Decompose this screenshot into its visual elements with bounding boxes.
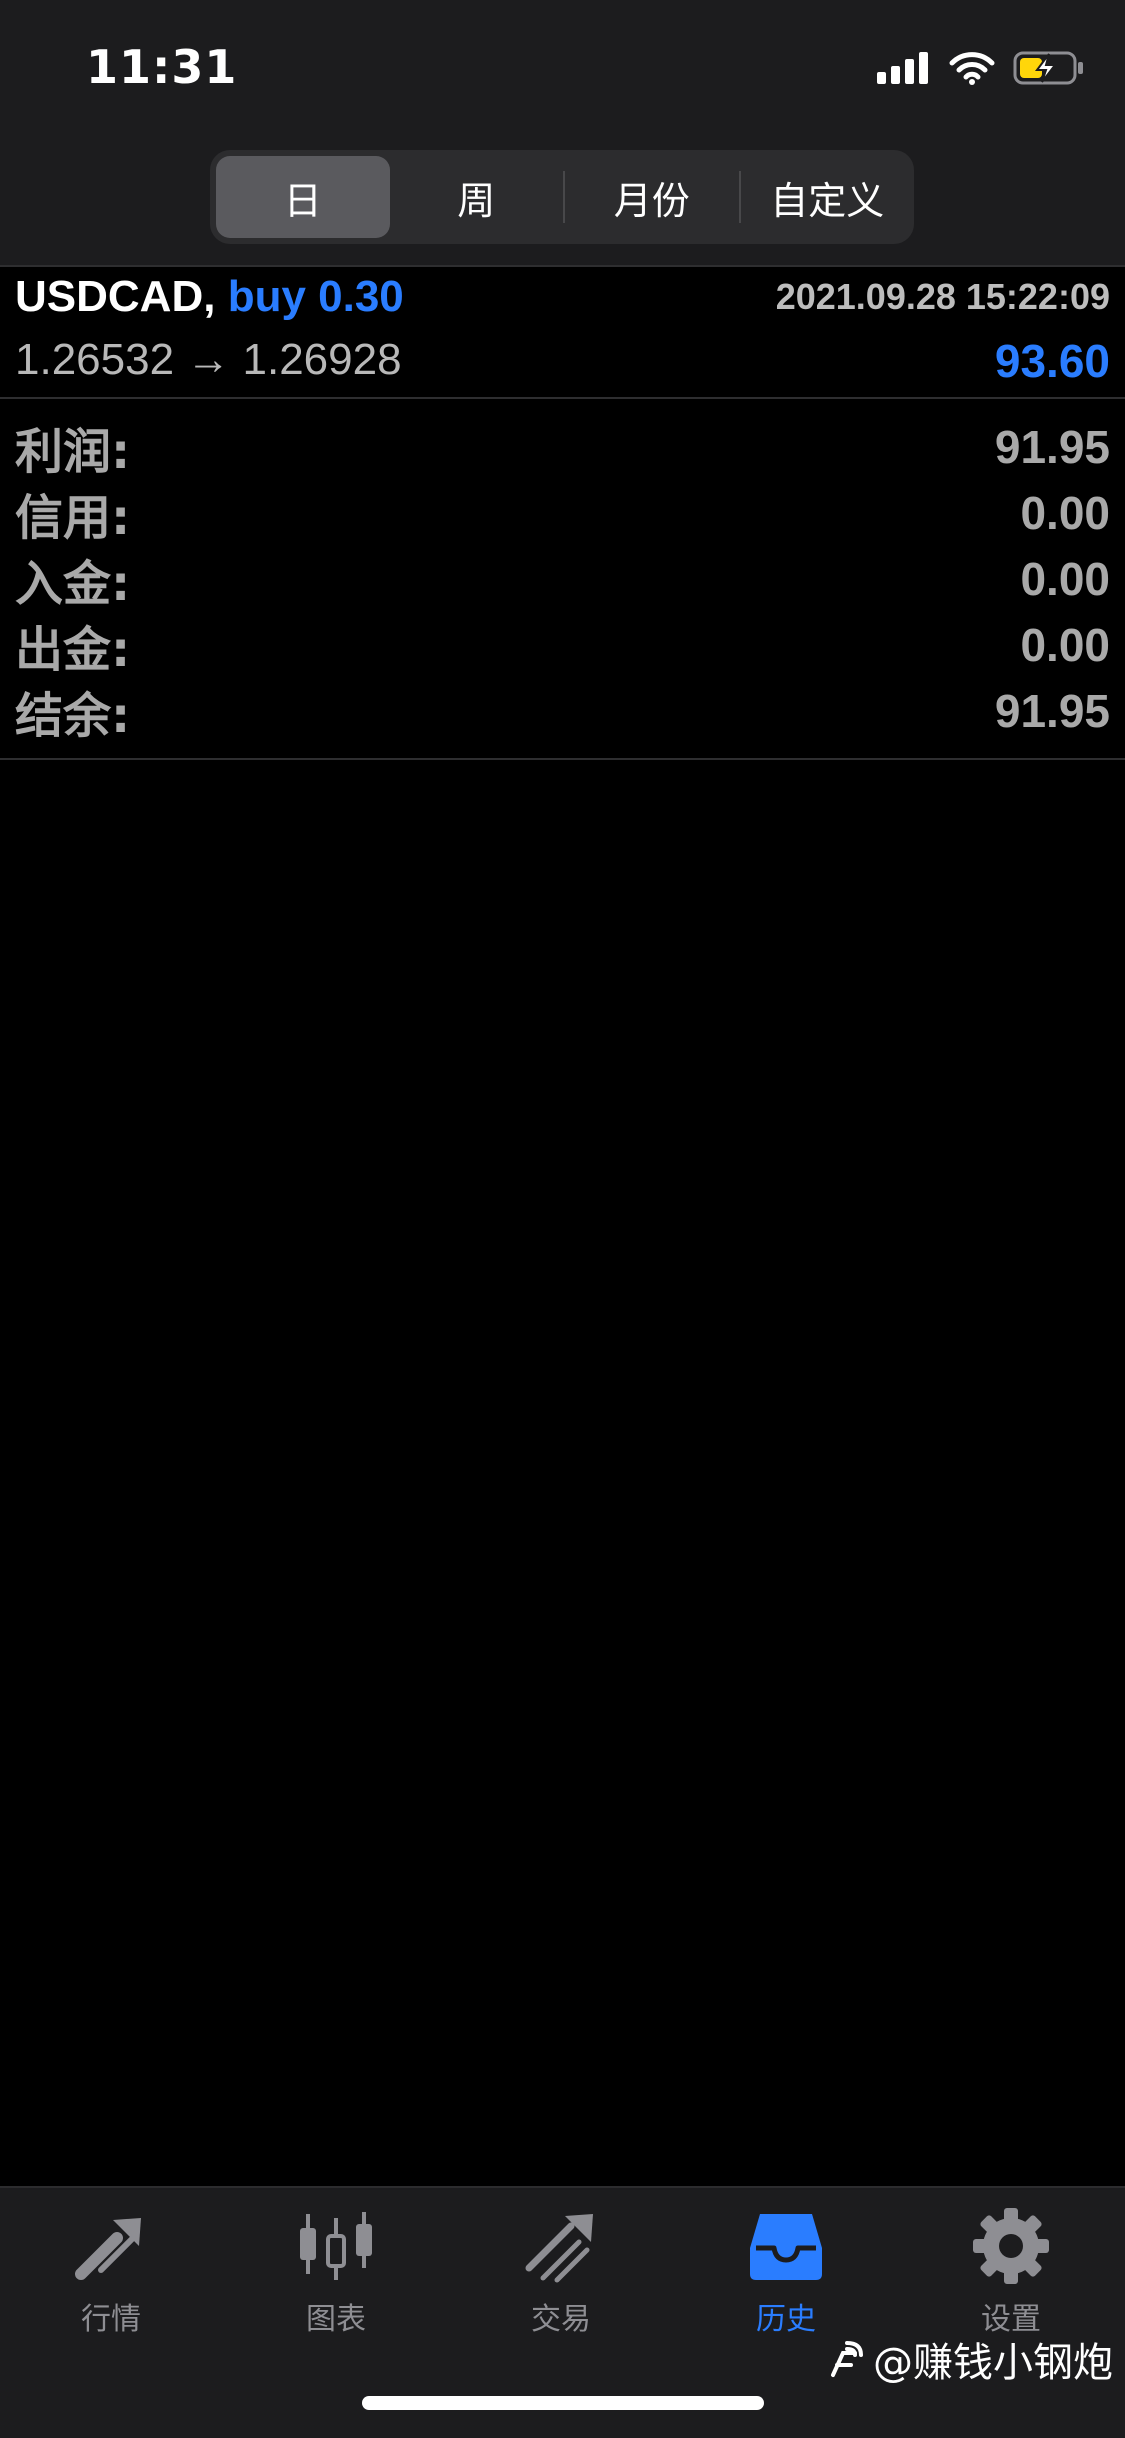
summary-row-credit: 信用: 0.00 bbox=[15, 480, 1110, 546]
divider bbox=[0, 265, 1125, 267]
period-segmented-control: 日 周 月份 自定义 bbox=[210, 150, 914, 244]
summary-value: 0.00 bbox=[1020, 553, 1110, 605]
summary-row-balance: 结余: 91.95 bbox=[15, 678, 1110, 744]
top-bar: 11:31 日 周 月份 自定义 bbox=[0, 0, 1125, 265]
watermark: @赚钱小钢炮 bbox=[827, 2330, 1113, 2388]
segment-day[interactable]: 日 bbox=[216, 156, 390, 238]
segment-week[interactable]: 周 bbox=[390, 156, 564, 238]
summary-label: 结余: bbox=[15, 688, 131, 744]
cellular-signal-icon bbox=[877, 52, 928, 84]
tab-label: 交易 bbox=[531, 2302, 591, 2337]
summary-label: 信用: bbox=[15, 490, 131, 546]
divider bbox=[0, 758, 1125, 760]
summary-row-deposit: 入金: 0.00 bbox=[15, 546, 1110, 612]
summary-value: 91.95 bbox=[994, 685, 1110, 737]
status-time: 11:31 bbox=[86, 40, 238, 94]
deal-prices: 1.26532 → 1.26928 bbox=[15, 335, 402, 384]
summary-value: 91.95 bbox=[994, 421, 1110, 473]
trade-icon bbox=[525, 2214, 593, 2283]
tab-label: 图表 bbox=[306, 2302, 366, 2337]
tab-label: 行情 bbox=[81, 2302, 141, 2337]
chart-candles-icon bbox=[300, 2212, 372, 2280]
segment-custom[interactable]: 自定义 bbox=[741, 156, 915, 238]
summary-label: 出金: bbox=[15, 622, 131, 678]
tab-quotes[interactable]: 行情 bbox=[31, 2208, 191, 2338]
tab-trade[interactable]: 交易 bbox=[481, 2208, 641, 2338]
watermark-text: @赚钱小钢炮 bbox=[873, 2340, 1113, 2386]
home-indicator[interactable] bbox=[362, 2396, 764, 2410]
summary-value: 0.00 bbox=[1020, 619, 1110, 671]
deal-time: 2021.09.28 15:22:09 bbox=[775, 276, 1110, 317]
history-icon bbox=[750, 2214, 822, 2280]
summary-label: 利润: bbox=[15, 424, 131, 480]
status-icons bbox=[877, 46, 1085, 90]
weibo-logo-icon bbox=[831, 2341, 863, 2377]
summary-row-profit: 利润: 91.95 bbox=[15, 414, 1110, 480]
deal-symbol: USDCAD, buy 0.30 bbox=[15, 272, 404, 322]
summary-row-withdrawal: 出金: 0.00 bbox=[15, 612, 1110, 678]
summary-value: 0.00 bbox=[1020, 487, 1110, 539]
wifi-icon bbox=[949, 52, 995, 85]
tab-chart[interactable]: 图表 bbox=[256, 2208, 416, 2338]
divider bbox=[0, 397, 1125, 399]
gear-icon bbox=[973, 2208, 1049, 2284]
summary-label: 入金: bbox=[15, 556, 131, 612]
deal-symbol-text: USDCAD, bbox=[15, 272, 216, 321]
tab-settings[interactable]: 设置 bbox=[931, 2208, 1091, 2338]
segment-month[interactable]: 月份 bbox=[565, 156, 739, 238]
quotes-icon bbox=[75, 2218, 141, 2280]
tab-history[interactable]: 历史 bbox=[706, 2208, 866, 2338]
battery-charging-icon bbox=[1013, 51, 1083, 85]
deal-side-volume: buy 0.30 bbox=[227, 272, 404, 321]
deal-profit: 93.60 bbox=[994, 335, 1110, 387]
